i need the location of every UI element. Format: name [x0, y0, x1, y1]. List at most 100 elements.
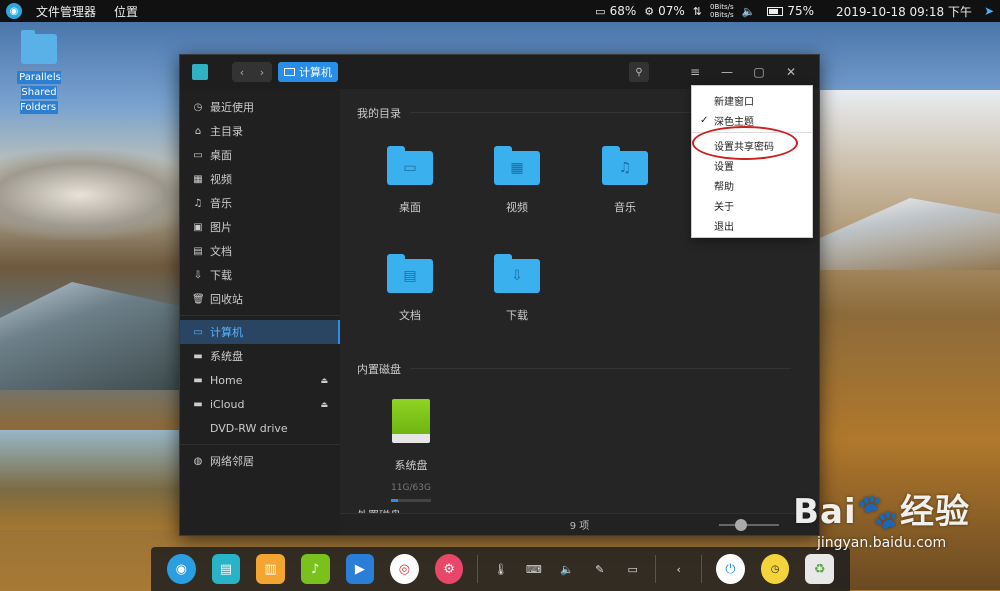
sidebar-item-recent[interactable]: ◷ 最近使用 — [180, 95, 340, 119]
breadcrumb-computer[interactable]: 计算机 — [278, 62, 338, 82]
sidebar-item-downloads[interactable]: ⇩ 下载 — [180, 263, 340, 287]
cpu-indicator[interactable]: ⚙ 07% — [644, 4, 685, 18]
disk-percent: 68% — [609, 4, 637, 18]
video-icon: ▦ — [193, 173, 203, 185]
cpu-icon: ⚙ — [644, 4, 655, 18]
clock[interactable]: 2019-10-18 09:18 下午 — [836, 3, 972, 20]
chrome-icon[interactable]: ◎ — [390, 554, 419, 584]
sidebar-item-network[interactable]: ◍ 网络邻居 — [180, 449, 340, 473]
disk-usage-fill — [391, 499, 398, 502]
eject-icon[interactable]: ⏏ — [320, 376, 328, 385]
disk-usage-bar — [391, 499, 431, 502]
file-manager-dock-icon[interactable]: ▤ — [211, 554, 241, 584]
folder-documents[interactable]: ▤ 文档 — [370, 254, 450, 323]
battery-indicator[interactable]: 75% — [767, 4, 814, 18]
launcher-icon[interactable]: ◉ — [167, 554, 196, 584]
section-my-dirs: 我的目录 — [357, 107, 401, 120]
main-menu-dropdown: 新建窗口 ✓ 深色主题 设置共享密码 设置 帮助 关于 退出 — [691, 85, 813, 238]
deepin-logo-icon[interactable]: ◉ — [6, 3, 22, 19]
volume-indicator[interactable]: 🔈 — [742, 5, 760, 18]
desktop-icon-parallels-shared[interactable]: Parallels Shared Folders — [0, 30, 78, 115]
section-divider — [410, 368, 791, 369]
pen-icon[interactable]: ✎ — [589, 558, 610, 580]
folder-icon — [21, 30, 57, 64]
sidebar-item-home[interactable]: ⌂ 主目录 — [180, 119, 340, 143]
clock-widget-icon[interactable]: ◷ — [760, 554, 790, 584]
zoom-slider-handle[interactable] — [735, 519, 747, 531]
chevron-left-icon[interactable]: ‹ — [668, 558, 689, 580]
disk-icon: ▬ — [193, 398, 203, 410]
trash-bin-icon[interactable]: ♻ — [805, 554, 835, 584]
network-icon: ◍ — [193, 455, 203, 467]
zoom-slider[interactable] — [719, 519, 779, 531]
sidebar-item-dvd[interactable]: DVD-RW drive — [180, 416, 340, 440]
download-folder-icon: ⇩ — [494, 254, 540, 293]
sidebar-item-trash[interactable]: 🗑 回收站 — [180, 287, 340, 311]
thermometer-icon[interactable]: 🌡 — [490, 558, 511, 580]
movie-player-icon[interactable]: ▶ — [345, 554, 375, 584]
menu-item-new-window[interactable]: 新建窗口 — [692, 90, 812, 110]
close-button[interactable]: ✕ — [775, 62, 807, 82]
music-icon: ♫ — [193, 197, 203, 209]
sidebar-item-videos[interactable]: ▦ 视频 — [180, 167, 340, 191]
sidebar-item-music[interactable]: ♫ 音乐 — [180, 191, 340, 215]
app-name[interactable]: 文件管理器 — [36, 3, 96, 20]
music-player-icon[interactable]: ♪ — [300, 554, 330, 584]
baidu-watermark: Bai🐾经验 jingyan.baidu.com — [793, 484, 970, 551]
search-button[interactable]: ⚲ — [629, 62, 649, 82]
minimize-button[interactable]: — — [711, 62, 743, 82]
back-button[interactable]: ‹ — [232, 62, 252, 82]
wallpaper-river — [0, 430, 180, 530]
folder-desktop[interactable]: ▭ 桌面 — [370, 146, 450, 215]
sidebar-item-pictures[interactable]: ▣ 图片 — [180, 215, 340, 239]
sidebar-item-documents[interactable]: ▤ 文档 — [180, 239, 340, 263]
sidebar-divider — [180, 315, 340, 316]
net-up: 0Bits/s — [710, 3, 734, 11]
battery-icon[interactable]: ▭ — [622, 558, 643, 580]
volume-icon[interactable]: 🔈 — [556, 558, 577, 580]
titlebar: ‹ › 计算机 ⚲ ≡ — ▢ ✕ — [180, 55, 819, 89]
sidebar-item-computer[interactable]: ▭ 计算机 — [180, 320, 340, 344]
net-indicator[interactable]: ⇅ 0Bits/s 0Bits/s — [693, 3, 734, 19]
power-icon[interactable]: ⏻ — [716, 554, 745, 584]
disk-indicator[interactable]: ▭ 68% — [595, 4, 636, 18]
top-panel: ◉ 文件管理器 位置 ▭ 68% ⚙ 07% ⇅ 0Bits/s 0Bits/s… — [0, 0, 1000, 22]
dock-separator — [701, 555, 703, 583]
sidebar-item-home-volume[interactable]: ▬ Home ⏏ — [180, 368, 340, 392]
wallpaper-cloud — [0, 150, 200, 240]
keyboard-icon[interactable]: ⌨ — [523, 558, 544, 580]
disk-system[interactable]: 系统盘 11G/63G — [371, 399, 451, 502]
network-arrows-icon: ⇅ — [692, 4, 702, 18]
settings-gear-icon[interactable]: ⚙ — [434, 554, 464, 584]
menu-button[interactable]: ≡ — [679, 62, 711, 82]
menu-item-about[interactable]: 关于 — [692, 195, 812, 215]
disk-usage: 11G/63G — [391, 483, 431, 493]
sidebar-item-system-disk[interactable]: ▬ 系统盘 — [180, 344, 340, 368]
maximize-button[interactable]: ▢ — [743, 62, 775, 82]
sidebar-item-desktop[interactable]: ▭ 桌面 — [180, 143, 340, 167]
notification-icon[interactable]: ➤ — [984, 4, 994, 18]
document-folder-icon: ▤ — [387, 254, 433, 293]
datetime: 2019-10-18 09:18 下午 — [835, 4, 972, 19]
baidu-jingyan-logo: Bai🐾经验 — [793, 492, 970, 532]
menu-item-help[interactable]: 帮助 — [692, 175, 812, 195]
menu-location[interactable]: 位置 — [114, 3, 138, 20]
folder-music[interactable]: ♫ 音乐 — [585, 146, 665, 215]
menu-item-exit[interactable]: 退出 — [692, 215, 812, 235]
wallpaper-mountain — [0, 282, 180, 390]
highlight-circle-annotation — [692, 126, 798, 160]
folder-label: 下载 — [506, 309, 528, 322]
file-manager-app-icon — [192, 64, 208, 80]
harddisk-icon — [392, 399, 430, 443]
folder-label: 视频 — [506, 201, 528, 214]
desktop-icon-label: Parallels Shared Folders — [17, 71, 61, 114]
eject-icon[interactable]: ⏏ — [320, 400, 328, 409]
download-icon: ⇩ — [193, 269, 203, 281]
app-store-icon[interactable]: ▥ — [256, 554, 285, 584]
sidebar-divider — [180, 444, 340, 445]
forward-button[interactable]: › — [252, 62, 272, 82]
sidebar-item-icloud[interactable]: ▬ iCloud ⏏ — [180, 392, 340, 416]
folder-downloads[interactable]: ⇩ 下载 — [477, 254, 557, 323]
computer-icon — [284, 68, 295, 76]
folder-videos[interactable]: ▦ 视频 — [477, 146, 557, 215]
